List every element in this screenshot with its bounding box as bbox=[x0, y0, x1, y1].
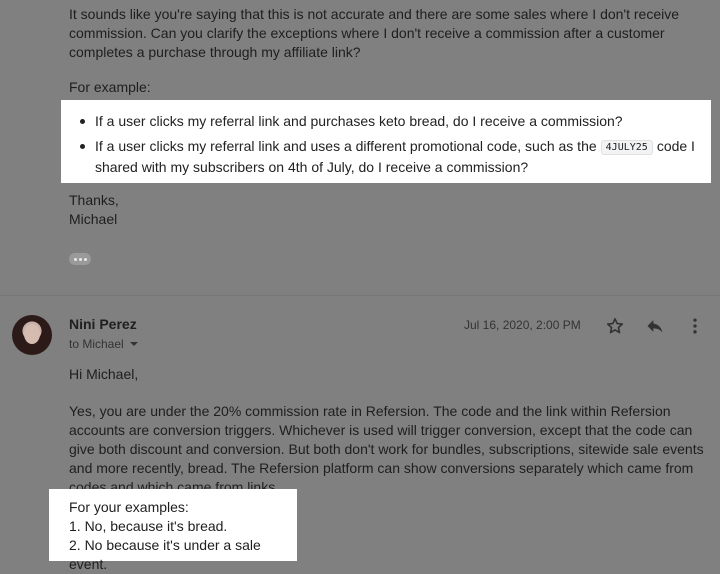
bullet-icon bbox=[80, 119, 85, 124]
recipient-label: to Michael bbox=[69, 337, 124, 351]
list-item: If a user clicks my referral link and us… bbox=[61, 137, 705, 177]
recipient-toggle[interactable]: to Michael bbox=[69, 337, 138, 351]
sender-name: Nini Perez bbox=[69, 316, 137, 332]
message1-for-example: For example: bbox=[69, 79, 151, 95]
message1-intro: It sounds like you're saying that this i… bbox=[69, 6, 680, 60]
message1-signoff: Thanks, bbox=[69, 192, 119, 208]
more-vert-icon bbox=[693, 318, 697, 334]
bullet-list: If a user clicks my referral link and pu… bbox=[61, 112, 705, 177]
bullet-text-1: If a user clicks my referral link and pu… bbox=[95, 113, 623, 129]
example-2: 2. No because it's under a sale event. bbox=[69, 537, 261, 572]
examples-heading: For your examples: bbox=[69, 499, 189, 515]
reply-button[interactable] bbox=[643, 314, 667, 338]
message-date: Jul 16, 2020, 2:00 PM bbox=[464, 318, 581, 332]
star-icon bbox=[606, 318, 624, 334]
message1-signature: Michael bbox=[69, 211, 118, 227]
message2-greeting: Hi Michael, bbox=[69, 366, 139, 382]
list-item: If a user clicks my referral link and pu… bbox=[61, 112, 705, 131]
caret-down-icon bbox=[129, 342, 138, 346]
bullet-icon bbox=[80, 144, 85, 149]
bullet-text-2-before: If a user clicks my referral link and us… bbox=[95, 138, 597, 154]
more-button[interactable] bbox=[683, 314, 707, 338]
star-button[interactable] bbox=[603, 314, 627, 338]
message1-bullet-highlight: If a user clicks my referral link and pu… bbox=[61, 100, 711, 183]
promo-code: 4JULY25 bbox=[600, 140, 653, 155]
reply-icon bbox=[647, 320, 663, 333]
example-1: 1. No, because it's bread. bbox=[69, 518, 228, 534]
ellipsis-icon[interactable] bbox=[69, 253, 91, 265]
avatar[interactable] bbox=[12, 315, 52, 355]
examples-highlight: For your examples: 1. No, because it's b… bbox=[49, 489, 297, 572]
message2-body: Yes, you are under the 20% commission ra… bbox=[69, 403, 704, 495]
message-divider bbox=[0, 295, 720, 296]
